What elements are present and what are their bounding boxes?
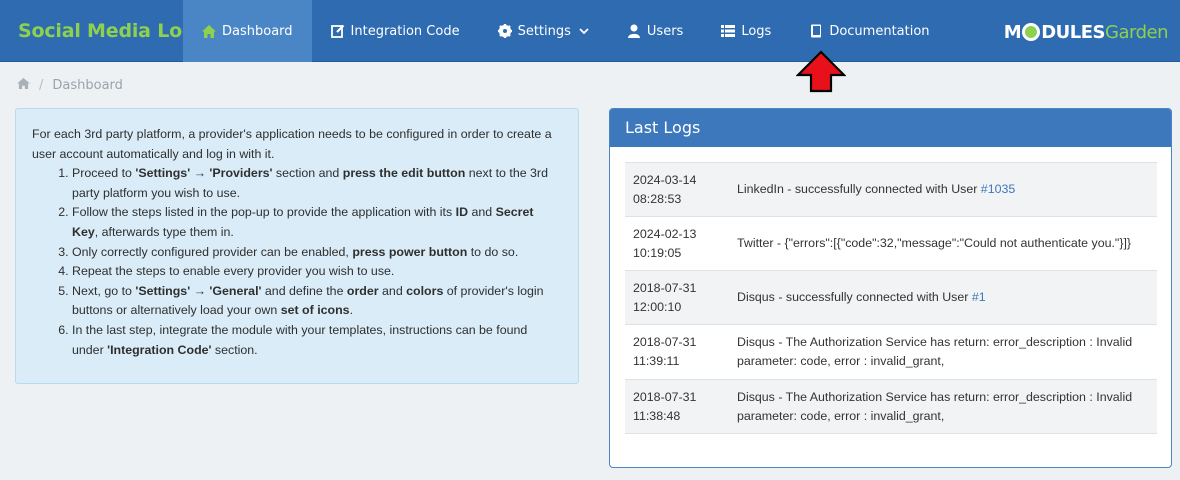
book-icon — [809, 24, 823, 38]
breadcrumb-separator: / — [39, 77, 44, 93]
log-date: 2018-07-31 11:38:48 — [633, 390, 697, 423]
table-row: 2018-07-31 12:00:10 Disqus - successfully… — [625, 271, 1157, 325]
gear-icon — [497, 24, 512, 38]
log-message: Disqus - The Authorization Service has r… — [737, 389, 1133, 423]
info-steps: Proceed to 'Settings' → 'Providers' sect… — [72, 164, 558, 360]
info-step: Next, go to 'Settings' → 'General' and d… — [72, 282, 558, 321]
table-row: 2024-03-14 08:28:53 LinkedIn - successful… — [625, 163, 1157, 217]
nav-users[interactable]: Users — [608, 0, 702, 62]
list-icon — [721, 24, 736, 38]
table-row: 2018-07-31 11:39:11 Disqus - The Authoriz… — [625, 325, 1157, 380]
nav-integration-code[interactable]: Integration Code — [312, 0, 479, 62]
log-date: 2024-02-13 10:19:05 — [633, 227, 697, 260]
info-step: In the last step, integrate the module w… — [72, 321, 558, 360]
last-logs-panel: Last Logs 2024-03-14 08:28:53 LinkedIn - … — [609, 108, 1172, 468]
nav-settings[interactable]: Settings — [479, 0, 608, 62]
info-step: Follow the steps listed in the pop-up to… — [72, 203, 558, 242]
nav-dashboard[interactable]: Dashboard — [183, 0, 312, 62]
home-icon[interactable] — [17, 77, 30, 93]
log-date: 2018-07-31 11:39:11 — [633, 335, 697, 368]
annotation-arrow-icon — [796, 50, 846, 93]
log-message: Disqus - successfully connected with Use… — [737, 290, 986, 304]
log-date: 2018-07-31 12:00:10 — [633, 281, 697, 314]
log-date: 2024-03-14 08:28:53 — [633, 173, 697, 206]
info-step: Repeat the steps to enable every provide… — [72, 262, 558, 282]
nav-dashboard-label: Dashboard — [222, 23, 293, 39]
user-icon — [627, 24, 641, 38]
log-message: Disqus - The Authorization Service has r… — [737, 335, 1133, 368]
user-link[interactable]: #1035 — [981, 182, 1015, 196]
logo-o-icon — [1022, 23, 1041, 41]
home-icon — [202, 24, 216, 38]
nav-users-label: Users — [646, 23, 684, 39]
table-row: 2024-02-13 10:19:05 Twitter - {"errors":[… — [625, 217, 1157, 271]
nav-logs-label: Logs — [741, 23, 772, 39]
logs-table: 2024-03-14 08:28:53 LinkedIn - successful… — [625, 162, 1157, 434]
chevron-down-icon — [579, 27, 589, 35]
nav-documentation-label: Documentation — [829, 23, 930, 39]
table-row: 2018-07-31 11:38:48 Disqus - The Authoriz… — [625, 380, 1157, 434]
last-logs-title: Last Logs — [610, 109, 1171, 147]
info-intro: For each 3rd party platform, a provider'… — [32, 127, 552, 161]
log-message: Twitter - {"errors":[{"code":32,"message… — [737, 236, 1132, 250]
top-navbar: Social Media Login Dashboard Integration… — [0, 0, 1180, 62]
info-step: Only correctly configured provider can b… — [72, 243, 558, 263]
nav-logs[interactable]: Logs — [702, 0, 790, 62]
breadcrumb-current: Dashboard — [52, 77, 123, 93]
user-link[interactable]: #1 — [972, 290, 986, 304]
nav-integration-code-label: Integration Code — [350, 23, 460, 39]
edit-icon — [330, 24, 345, 38]
log-message: LinkedIn - successfully connected with U… — [737, 182, 1016, 196]
info-panel: For each 3rd party platform, a provider'… — [15, 108, 579, 384]
breadcrumb: / Dashboard — [17, 76, 123, 94]
modulesgarden-logo: M DULES Garden — [1003, 21, 1169, 43]
nav-settings-label: Settings — [517, 23, 571, 39]
info-step: Proceed to 'Settings' → 'Providers' sect… — [72, 164, 558, 203]
